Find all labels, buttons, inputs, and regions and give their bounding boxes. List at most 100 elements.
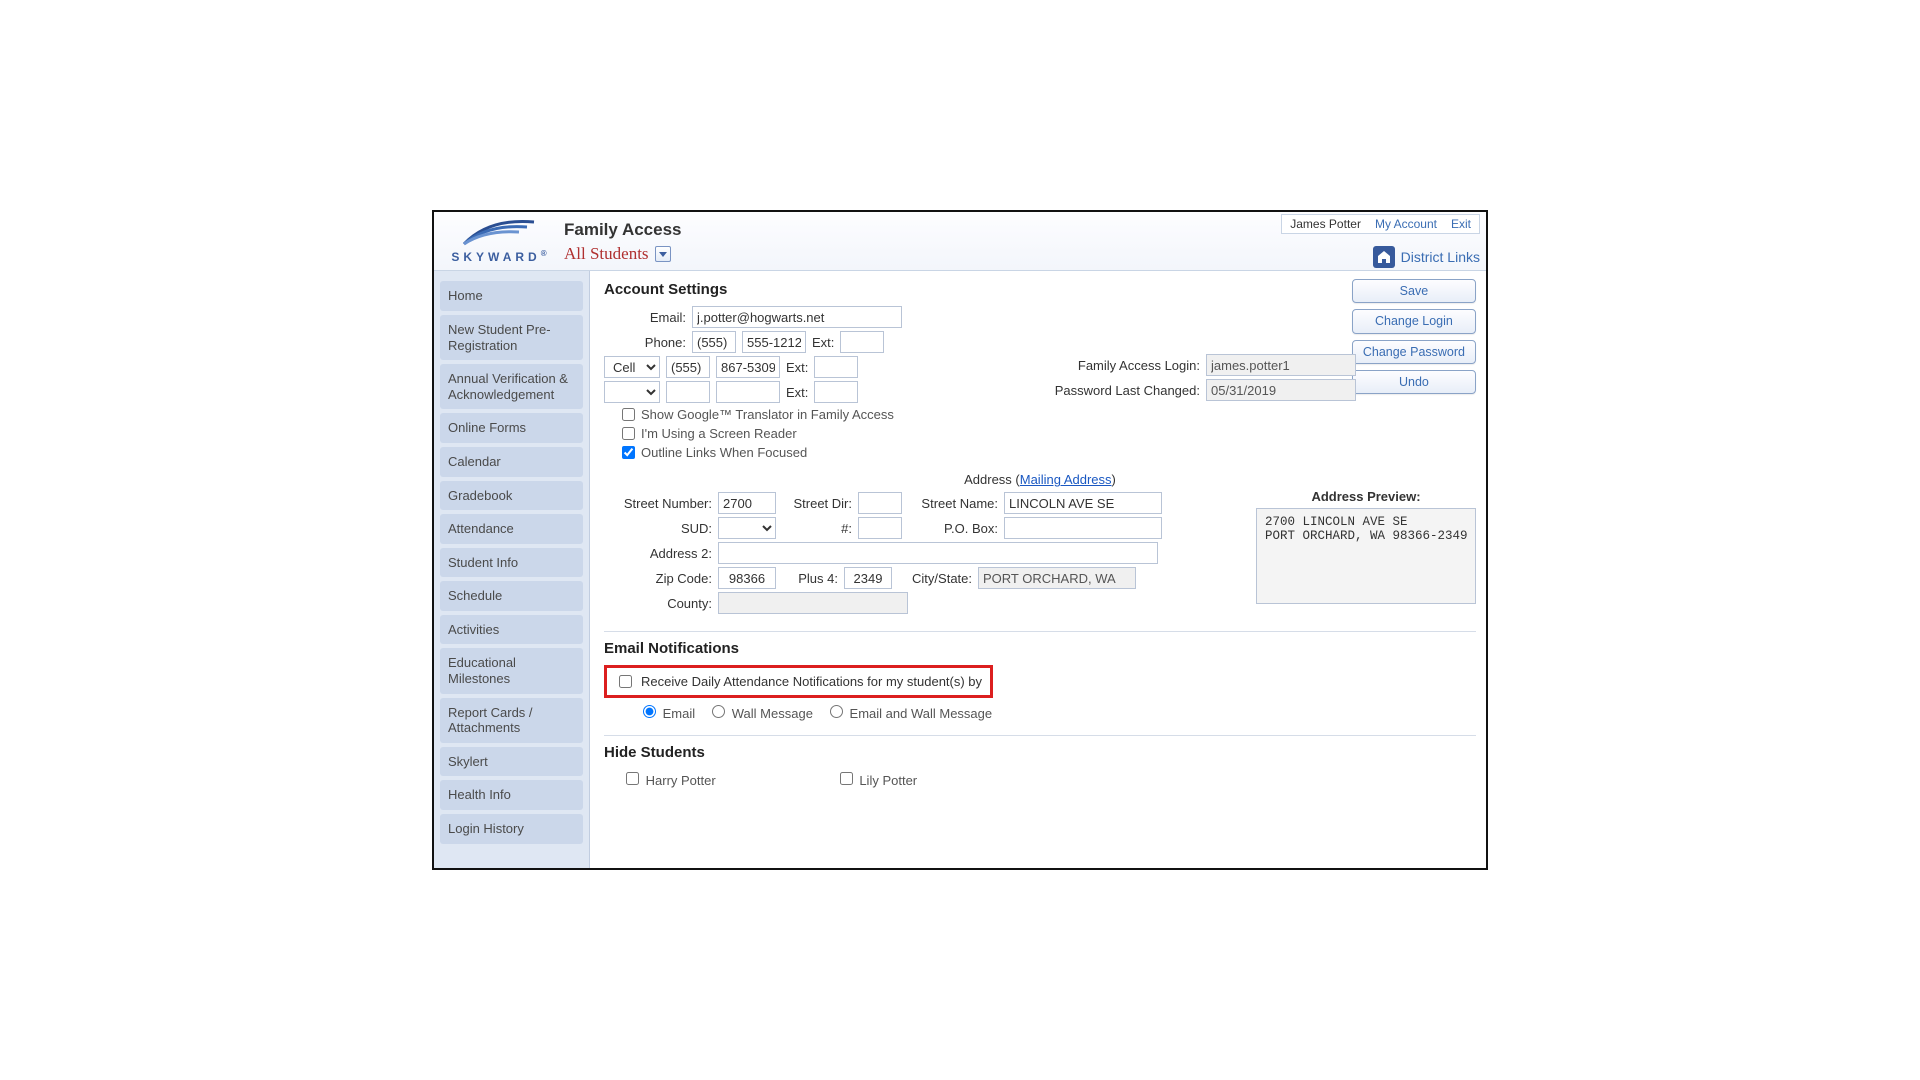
sidebar-item-calendar[interactable]: Calendar: [440, 447, 583, 477]
header-bar: SKYWARD® Family Access All Students Jame…: [434, 212, 1486, 271]
hash-field[interactable]: [858, 517, 902, 539]
street-number-field[interactable]: [718, 492, 776, 514]
address-heading: Address (Mailing Address): [604, 472, 1476, 487]
user-name: James Potter: [1290, 217, 1361, 231]
hide-student1-checkbox[interactable]: [626, 772, 639, 785]
login-field: [1206, 354, 1356, 376]
outline-links-checkbox[interactable]: [622, 446, 635, 459]
sidebar-item-health-info[interactable]: Health Info: [440, 780, 583, 810]
plus4-label: Plus 4:: [782, 571, 838, 586]
sidebar-item-activities[interactable]: Activities: [440, 615, 583, 645]
app-window: SKYWARD® Family Access All Students Jame…: [432, 210, 1488, 869]
login-label: Family Access Login:: [1030, 358, 1200, 373]
body: Home New Student Pre-Registration Annual…: [434, 271, 1486, 867]
divider-1: [604, 631, 1476, 632]
phone3-ext-label: Ext:: [786, 385, 808, 400]
change-login-button[interactable]: Change Login: [1352, 309, 1476, 333]
sidebar-item-online-forms[interactable]: Online Forms: [440, 413, 583, 443]
phone-label: Phone:: [604, 335, 686, 350]
email-label: Email:: [604, 310, 686, 325]
google-translator-checkbox[interactable]: [622, 408, 635, 421]
skyward-arcs-icon: [459, 216, 539, 246]
notify-wall-label: Wall Message: [732, 706, 813, 721]
street-dir-field[interactable]: [858, 492, 902, 514]
notify-email-radio[interactable]: [643, 705, 656, 718]
google-translator-label: Show Google™ Translator in Family Access: [641, 407, 894, 422]
phone-ext-label: Ext:: [812, 335, 834, 350]
phone-area-field[interactable]: [692, 331, 736, 353]
sidebar-item-attendance[interactable]: Attendance: [440, 514, 583, 544]
county-label: County:: [604, 596, 712, 611]
street-dir-label: Street Dir:: [782, 496, 852, 511]
address2-field[interactable]: [718, 542, 1158, 564]
login-info-block: Family Access Login: Password Last Chang…: [1030, 351, 1356, 404]
pobox-field[interactable]: [1004, 517, 1162, 539]
sidebar-item-report-cards[interactable]: Report Cards / Attachments: [440, 698, 583, 743]
phone2-number-field[interactable]: [716, 356, 780, 378]
sidebar-item-login-history[interactable]: Login History: [440, 814, 583, 844]
plus4-field[interactable]: [844, 567, 892, 589]
notification-method-group: Email Wall Message Email and Wall Messag…: [638, 702, 1476, 721]
sidebar-item-gradebook[interactable]: Gradebook: [440, 481, 583, 511]
street-number-label: Street Number:: [604, 496, 712, 511]
action-buttons: Save Change Login Change Password Undo: [1352, 279, 1476, 394]
notify-both-label: Email and Wall Message: [850, 706, 993, 721]
phone3-area-field[interactable]: [666, 381, 710, 403]
phone3-number-field[interactable]: [716, 381, 780, 403]
receive-attendance-checkbox[interactable]: [619, 675, 632, 688]
skyward-logo: SKYWARD®: [444, 216, 554, 264]
sidebar-item-student-info[interactable]: Student Info: [440, 548, 583, 578]
hide-student1-label: Harry Potter: [646, 773, 716, 788]
notify-email-label: Email: [663, 706, 696, 721]
address2-label: Address 2:: [604, 546, 712, 561]
student-selector[interactable]: All Students: [564, 244, 1476, 264]
county-field: [718, 592, 908, 614]
hash-label: #:: [782, 521, 852, 536]
pw-changed-field: [1206, 379, 1356, 401]
notify-wall-radio[interactable]: [712, 705, 725, 718]
sud-select[interactable]: [718, 517, 776, 539]
screen-reader-label: I'm Using a Screen Reader: [641, 426, 797, 441]
district-icon: [1373, 246, 1395, 268]
undo-button[interactable]: Undo: [1352, 370, 1476, 394]
phone-ext-field[interactable]: [840, 331, 884, 353]
sidebar-item-skylert[interactable]: Skylert: [440, 747, 583, 777]
sidebar: Home New Student Pre-Registration Annual…: [434, 271, 590, 867]
receive-attendance-label: Receive Daily Attendance Notifications f…: [641, 674, 982, 689]
sidebar-item-milestones[interactable]: Educational Milestones: [440, 648, 583, 693]
sidebar-item-new-student[interactable]: New Student Pre-Registration: [440, 315, 583, 360]
my-account-link[interactable]: My Account: [1375, 217, 1437, 231]
sidebar-item-home[interactable]: Home: [440, 281, 583, 311]
zip-field[interactable]: [718, 567, 776, 589]
hide-students-title: Hide Students: [604, 744, 1476, 761]
phone2-type-select[interactable]: Cell: [604, 356, 660, 378]
phone3-ext-field[interactable]: [814, 381, 858, 403]
mailing-address-link[interactable]: Mailing Address: [1020, 472, 1112, 487]
hide-student2-checkbox[interactable]: [840, 772, 853, 785]
screen-reader-checkbox[interactable]: [622, 427, 635, 440]
notify-both-radio[interactable]: [830, 705, 843, 718]
phone2-area-field[interactable]: [666, 356, 710, 378]
email-field[interactable]: [692, 306, 902, 328]
phone-number-field[interactable]: [742, 331, 806, 353]
dropdown-icon[interactable]: [655, 246, 671, 262]
account-settings-title: Account Settings: [604, 281, 1476, 298]
sidebar-item-annual-verification[interactable]: Annual Verification & Acknowledgement: [440, 364, 583, 409]
pw-changed-label: Password Last Changed:: [1030, 383, 1200, 398]
attendance-notification-highlight: Receive Daily Attendance Notifications f…: [604, 665, 993, 698]
exit-link[interactable]: Exit: [1451, 217, 1471, 231]
change-password-button[interactable]: Change Password: [1352, 340, 1476, 364]
sidebar-item-schedule[interactable]: Schedule: [440, 581, 583, 611]
street-name-field[interactable]: [1004, 492, 1162, 514]
phone3-type-select[interactable]: [604, 381, 660, 403]
main-panel: Save Change Login Change Password Undo A…: [590, 271, 1486, 867]
email-notifications-title: Email Notifications: [604, 640, 1476, 657]
hide-student2-label: Lily Potter: [859, 773, 917, 788]
phone2-ext-field[interactable]: [814, 356, 858, 378]
save-button[interactable]: Save: [1352, 279, 1476, 303]
street-name-label: Street Name:: [908, 496, 998, 511]
divider-2: [604, 735, 1476, 736]
address-preview-title: Address Preview:: [1256, 489, 1476, 504]
top-links-bar: James Potter My Account Exit: [1281, 214, 1480, 234]
district-links[interactable]: District Links: [1373, 246, 1480, 268]
